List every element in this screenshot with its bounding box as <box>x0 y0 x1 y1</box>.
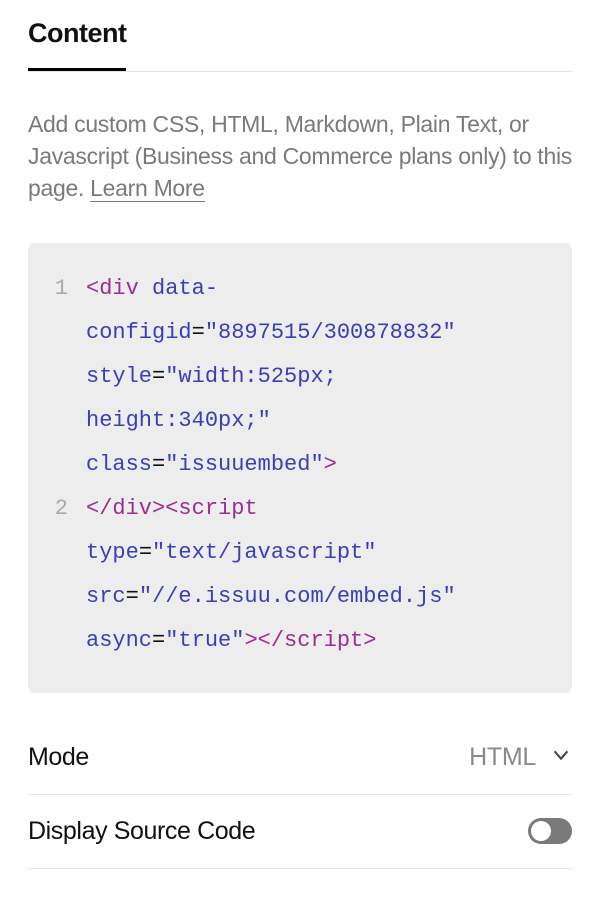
code-line-2d: async="true"></script> <box>86 619 558 663</box>
description-text: Add custom CSS, HTML, Markdown, Plain Te… <box>28 108 572 205</box>
code-line-1e: class="issuuembed"> <box>86 443 558 487</box>
code-line-1b: configid="8897515/300878832" <box>86 311 558 355</box>
tabs: Content <box>28 18 572 72</box>
code-line-2b: type="text/javascript" <box>86 531 558 575</box>
line-number: 2 <box>42 487 86 531</box>
code-line-1c: style="width:525px; <box>86 355 558 399</box>
code-line-1d: height:340px;" <box>86 399 558 443</box>
line-number: 1 <box>42 267 86 311</box>
tab-content[interactable]: Content <box>28 18 126 71</box>
mode-select[interactable]: HTML <box>469 743 572 772</box>
display-source-toggle[interactable] <box>528 818 572 844</box>
display-source-label: Display Source Code <box>28 817 255 846</box>
code-editor[interactable]: 1 <div data- configid="8897515/300878832… <box>28 243 572 693</box>
toggle-knob <box>531 821 551 841</box>
code-line-2: </div><script <box>86 487 558 531</box>
chevron-down-icon <box>550 744 572 771</box>
mode-value: HTML <box>469 743 536 772</box>
code-line-1: <div data- <box>86 267 558 311</box>
learn-more-link[interactable]: Learn More <box>90 175 205 202</box>
mode-label: Mode <box>28 743 89 772</box>
code-line-2c: src="//e.issuu.com/embed.js" <box>86 575 558 619</box>
